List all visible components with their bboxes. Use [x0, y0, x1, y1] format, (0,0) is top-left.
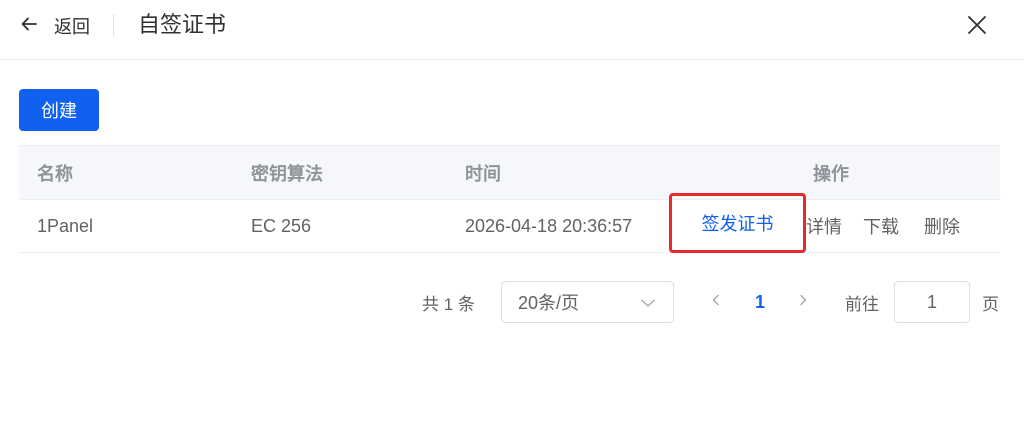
create-button[interactable]: 创建 [19, 89, 99, 131]
chevron-right-icon [796, 293, 810, 312]
download-link[interactable]: 下载 [863, 200, 899, 252]
prev-page-button[interactable] [706, 281, 726, 323]
certificate-table: 名称 密钥算法 时间 操作 1Panel EC 256 2026-04-18 2… [19, 145, 1000, 253]
column-header-actions: 操作 [813, 163, 849, 184]
goto-label: 前往 [845, 294, 879, 314]
chevron-left-icon [709, 293, 723, 312]
header-divider [113, 14, 114, 36]
pagination-total: 共 1 条 [422, 294, 475, 314]
column-header-name: 名称 [37, 163, 73, 184]
issue-certificate-label: 签发证书 [701, 214, 774, 234]
back-label: 返回 [54, 17, 90, 37]
page-suffix: 页 [982, 294, 999, 314]
page-size-select[interactable]: 20条/页 [501, 281, 674, 323]
table-row: 1Panel EC 256 2026-04-18 20:36:57 签发证书 详… [19, 193, 1000, 253]
issue-certificate-button[interactable]: 签发证书 [669, 193, 806, 253]
table-header: 名称 密钥算法 时间 操作 [19, 145, 1000, 200]
column-header-time: 时间 [465, 163, 501, 184]
close-icon[interactable] [966, 14, 988, 36]
column-header-algorithm: 密钥算法 [251, 163, 323, 184]
page-number-current[interactable]: 1 [749, 281, 771, 323]
chevron-down-icon [639, 294, 657, 312]
delete-link[interactable]: 删除 [924, 200, 960, 252]
back-button[interactable]: 返回 [20, 12, 90, 40]
cell-algorithm: EC 256 [251, 215, 312, 236]
next-page-button[interactable] [793, 281, 813, 323]
details-link[interactable]: 详情 [806, 200, 842, 252]
dialog-header: 返回 自签证书 [0, 0, 1024, 60]
cell-name: 1Panel [37, 215, 94, 236]
page-size-value: 20条/页 [518, 293, 580, 313]
page-title: 自签证书 [138, 12, 227, 37]
goto-page-input[interactable] [894, 281, 970, 323]
cell-time: 2026-04-18 20:36:57 [465, 215, 633, 236]
arrow-left-icon [20, 15, 38, 38]
